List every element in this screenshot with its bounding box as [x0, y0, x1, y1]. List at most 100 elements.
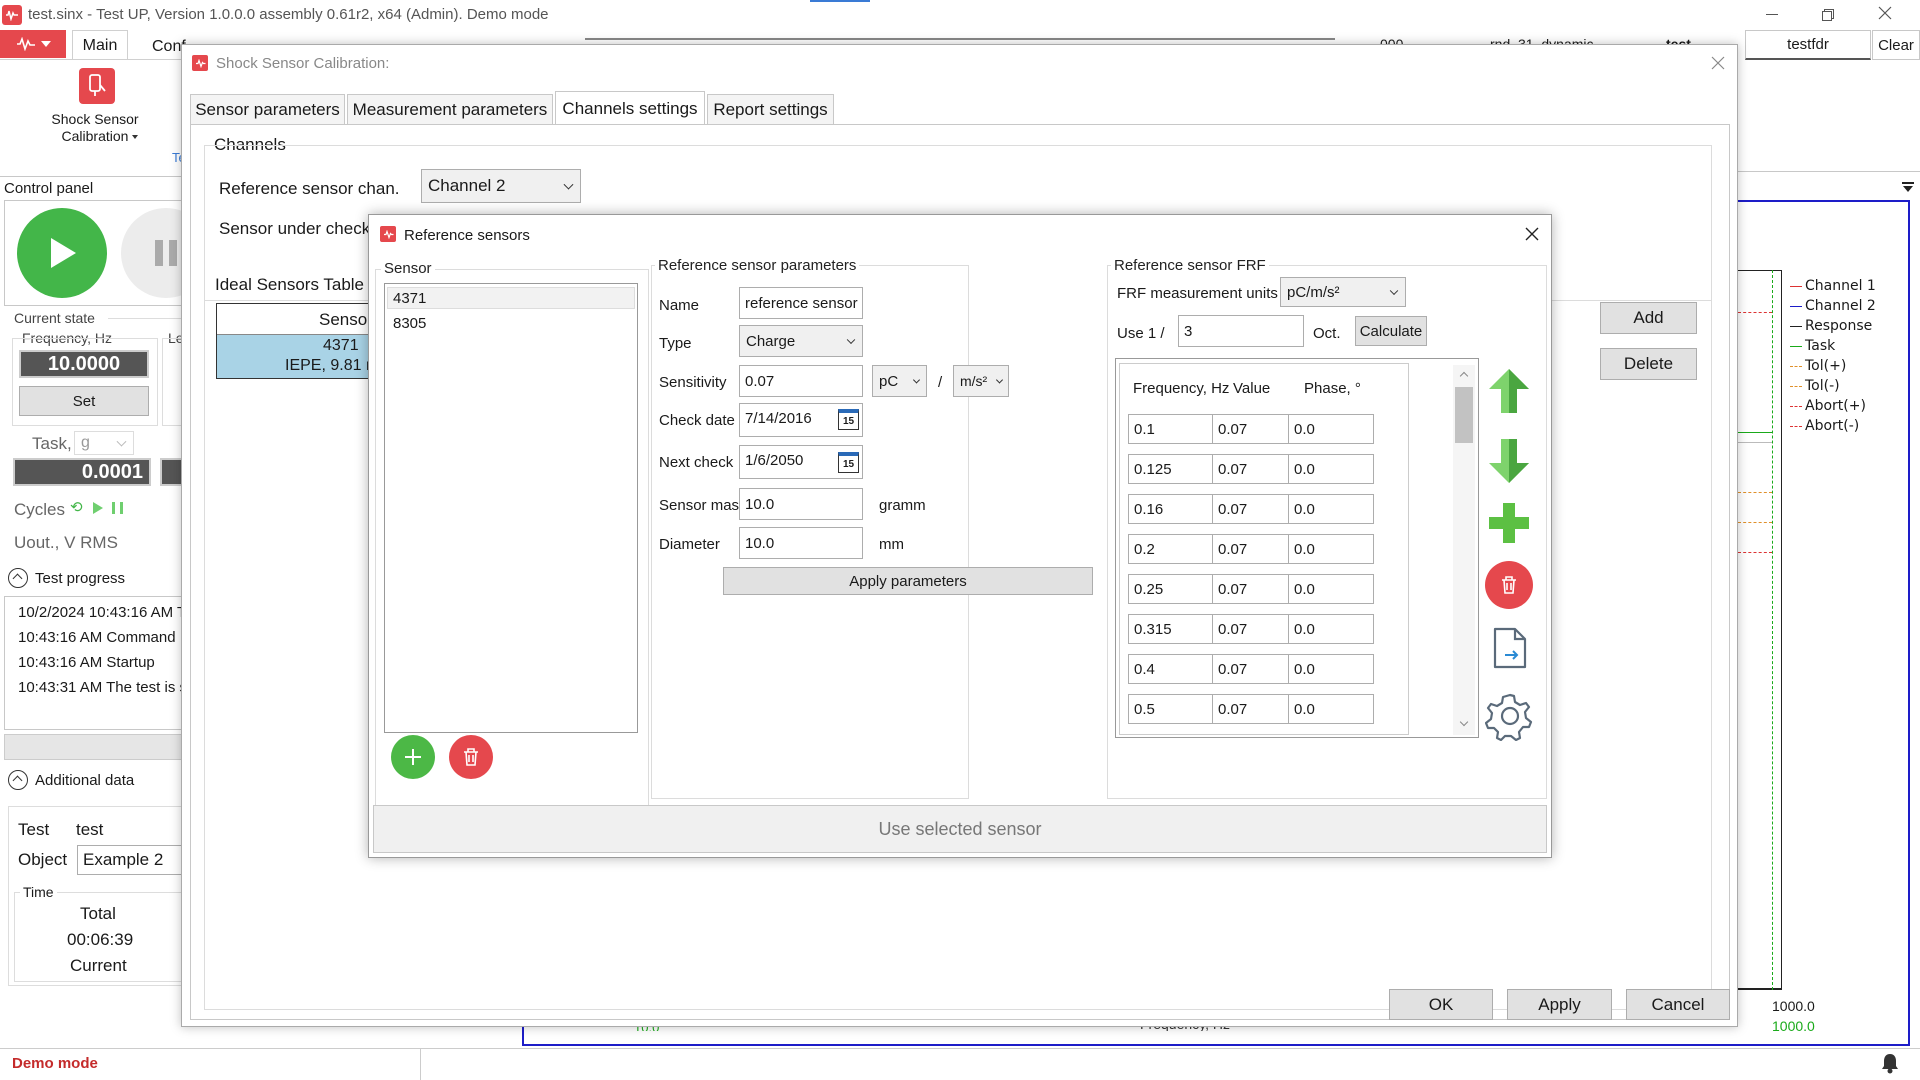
frf-frequency-cell[interactable]: 0.5	[1128, 694, 1214, 724]
use-field[interactable]: 3	[1178, 315, 1304, 347]
task-unit-combo[interactable]: g	[74, 431, 134, 455]
delete-button[interactable]: Delete	[1600, 348, 1697, 380]
frf-phase-cell[interactable]: 0.0	[1288, 694, 1374, 724]
add-sensor-button[interactable]	[391, 735, 435, 779]
frf-frequency-cell[interactable]: 0.1	[1128, 414, 1214, 444]
frequency-display: 10.0000	[19, 350, 149, 378]
frf-phase-cell[interactable]: 0.0	[1288, 574, 1374, 604]
diameter-field[interactable]: 10.0	[739, 527, 863, 559]
ref-dialog-close-icon[interactable]	[1523, 225, 1541, 243]
scroll-down-icon[interactable]	[1459, 717, 1469, 727]
tab-report-settings-label: Report settings	[713, 100, 828, 119]
delete-button-label: Delete	[1623, 354, 1674, 373]
import-file-icon[interactable]	[1491, 625, 1529, 671]
type-combo[interactable]: Charge	[739, 325, 863, 357]
next-check-calendar-icon[interactable]: 15	[838, 452, 859, 473]
add-button[interactable]: Add	[1600, 302, 1697, 334]
object-field[interactable]: Example 2	[77, 845, 187, 875]
calculate-button[interactable]: Calculate	[1355, 316, 1427, 346]
legend-tol-plus-label: Tol(+)	[1805, 358, 1847, 374]
move-down-icon[interactable]	[1487, 437, 1531, 485]
legend-abort-plus: Abort(+)	[1790, 398, 1866, 414]
tab-measurement-parameters[interactable]: Measurement parameters	[347, 94, 553, 125]
frf-phase-cell[interactable]: 0.0	[1288, 454, 1374, 484]
progress-bar	[4, 734, 184, 760]
tab-channels-settings[interactable]: Channels settings	[555, 91, 705, 125]
right-panel-scroll-icon[interactable]	[1902, 182, 1914, 192]
maximize-icon[interactable]	[1820, 6, 1836, 22]
shock-calibration-ribbon-button[interactable]: Shock Sensor Calibration	[40, 66, 150, 146]
frf-phase-cell[interactable]: 0.0	[1288, 654, 1374, 684]
frf-phase-cell[interactable]: 0.0	[1288, 614, 1374, 644]
chart-x-max-green: 1000.0	[1772, 1018, 1815, 1034]
frf-frequency-cell[interactable]: 0.315	[1128, 614, 1214, 644]
move-up-icon[interactable]	[1487, 367, 1531, 415]
use-selected-sensor-button[interactable]: Use selected sensor	[373, 805, 1547, 853]
test-progress-toggle-icon[interactable]	[8, 568, 28, 588]
frf-cell-partial[interactable]	[1212, 734, 1302, 735]
frf-phase-cell[interactable]: 0.0	[1288, 414, 1374, 444]
right-tab-testfdr[interactable]: testfdr	[1745, 30, 1871, 60]
scroll-up-icon[interactable]	[1459, 371, 1469, 381]
right-panel-border	[1738, 60, 1920, 172]
ref-channel-combo[interactable]: Channel 2	[421, 169, 581, 203]
frf-frequency-cell[interactable]: 0.125	[1128, 454, 1214, 484]
frf-table-inner: Frequency, Hz Value Phase, ° 0.1 0.07 0.0 0…	[1119, 363, 1409, 735]
apply-parameters-button[interactable]: Apply parameters	[723, 567, 1093, 595]
frf-group-label: Reference sensor FRF	[1111, 257, 1269, 274]
ribbon-tab-main[interactable]: Main	[72, 30, 128, 60]
cycles-pause-icon	[112, 502, 123, 514]
legend-response: Response	[1790, 318, 1872, 334]
shock-dialog-title: Shock Sensor Calibration:	[216, 55, 390, 72]
clear-button[interactable]: Clear	[1872, 30, 1920, 60]
diameter-label: Diameter	[659, 536, 720, 553]
frf-units-combo[interactable]: pC/m/s²	[1280, 277, 1406, 307]
sens-unit2-value: m/s²	[960, 373, 988, 389]
shock-dialog-close-icon[interactable]	[1710, 55, 1726, 71]
sensor-list-item[interactable]: 4371	[387, 287, 635, 309]
apply-button[interactable]: Apply	[1507, 989, 1612, 1020]
type-value: Charge	[746, 332, 796, 350]
frf-phase-cell[interactable]: 0.0	[1288, 534, 1374, 564]
close-window-icon[interactable]	[1876, 4, 1894, 22]
settings-gear-icon[interactable]	[1484, 691, 1535, 742]
frf-cell-partial[interactable]	[1288, 734, 1374, 735]
set-button[interactable]: Set	[19, 386, 149, 416]
frf-scrollbar[interactable]	[1453, 365, 1475, 735]
delete-sensor-button[interactable]	[449, 735, 493, 779]
ref-dialog: Reference sensors Sensor 4371 8305 Refer…	[368, 214, 1552, 858]
frf-cell-partial[interactable]	[1128, 734, 1214, 735]
delete-row-button[interactable]	[1485, 561, 1533, 609]
ok-button[interactable]: OK	[1389, 989, 1493, 1020]
cancel-button[interactable]: Cancel	[1626, 989, 1730, 1020]
frf-frequency-cell[interactable]: 0.4	[1128, 654, 1214, 684]
sens-unit2-combo[interactable]: m/s²	[953, 365, 1009, 397]
frf-frequency-cell[interactable]: 0.16	[1128, 494, 1214, 524]
diameter-unit: mm	[879, 536, 904, 553]
sens-unit1-combo[interactable]: pC	[872, 365, 927, 397]
frf-frequency-cell[interactable]: 0.2	[1128, 534, 1214, 564]
shock-tabstrip: Sensor parameters Measurement parameters…	[190, 91, 1730, 125]
tab-sensor-parameters[interactable]: Sensor parameters	[190, 94, 345, 125]
ribbon-tab-main-label: Main	[82, 36, 118, 54]
mass-field[interactable]: 10.0	[739, 488, 863, 520]
scroll-thumb[interactable]	[1455, 387, 1473, 443]
name-label: Name	[659, 297, 700, 314]
name-field[interactable]: reference sensor	[739, 287, 863, 319]
add-row-icon[interactable]	[1487, 501, 1531, 545]
sensor-listbox[interactable]: 4371 8305	[384, 283, 638, 733]
task-label: Task,	[32, 434, 72, 453]
app-menu-button[interactable]	[0, 30, 66, 58]
frf-phase-cell[interactable]: 0.0	[1288, 494, 1374, 524]
notification-bell-icon[interactable]	[1880, 1052, 1900, 1074]
ribbon-line	[0, 59, 190, 60]
play-button[interactable]	[17, 208, 107, 298]
sensitivity-field[interactable]: 0.07	[739, 365, 863, 397]
tab-report-settings[interactable]: Report settings	[707, 94, 834, 125]
additional-data-toggle-icon[interactable]	[8, 770, 28, 790]
check-date-calendar-icon[interactable]: 15	[838, 409, 859, 430]
frf-frequency-cell[interactable]: 0.25	[1128, 574, 1214, 604]
name-value: reference sensor	[745, 294, 858, 312]
sensor-list-item[interactable]: 8305	[387, 312, 635, 334]
minimize-icon[interactable]	[1764, 6, 1780, 22]
